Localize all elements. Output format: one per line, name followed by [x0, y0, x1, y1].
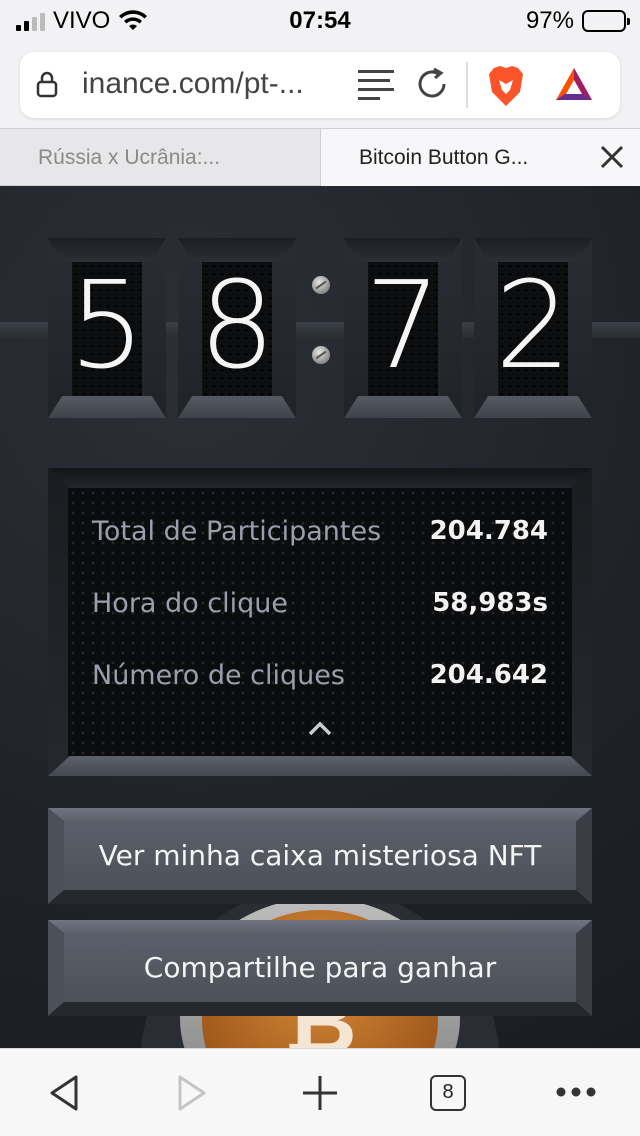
rail-gap: [166, 322, 178, 338]
screw-icon: [312, 276, 330, 294]
status-bar: VIVO 07:54 97%: [0, 0, 640, 42]
stat-label: Total de Participantes: [92, 516, 382, 547]
counter-digit-value: 2: [494, 257, 572, 396]
counter-digit: 7: [344, 238, 462, 418]
stat-label: Hora do clique: [92, 588, 289, 619]
bottom-toolbar: 8: [0, 1048, 640, 1136]
tabs-icon[interactable]: 8: [430, 1075, 466, 1111]
battery-percent: 97%: [525, 7, 574, 34]
rail-center: [296, 322, 344, 338]
nft-mystery-box-button[interactable]: Ver minha caixa misteriosa NFT: [48, 808, 592, 904]
battery-icon: [582, 10, 630, 32]
plus-icon[interactable]: [300, 1073, 340, 1113]
button-label: Compartilhe para ganhar: [143, 951, 497, 984]
share-to-earn-button[interactable]: Compartilhe para ganhar: [48, 920, 592, 1016]
stat-click-time: Hora do clique 58,983s: [92, 588, 548, 619]
screw-icon: [312, 346, 330, 364]
counter-digit-value: 8: [198, 257, 276, 396]
more-icon[interactable]: [556, 1087, 596, 1097]
rail-left: [0, 322, 48, 338]
address-bar[interactable]: inance.com/pt-...: [20, 52, 620, 118]
stat-value: 204.642: [429, 660, 548, 690]
brave-lion-icon[interactable]: [486, 64, 526, 108]
toolbar-divider: [466, 62, 468, 108]
stat-value: 204.784: [429, 516, 548, 546]
stat-value: 58,983s: [432, 588, 548, 618]
tab-label: Bitcoin Button G...: [359, 145, 529, 169]
tab-label: Rússia x Ucrânia:...: [38, 145, 221, 169]
counter-digit-value: 7: [364, 257, 442, 396]
web-page: 5 8 7 2 Total de Participantes 204.784 H…: [0, 186, 640, 1048]
tab-bitcoin-button[interactable]: Bitcoin Button G...: [320, 129, 640, 186]
tab-russia-ukraine[interactable]: Rússia x Ucrânia:...: [0, 129, 320, 186]
tab-strip: Rússia x Ucrânia:... Bitcoin Button G...: [0, 128, 640, 186]
battery-group: 97%: [525, 7, 630, 35]
stat-click-count: Número de cliques 204.642: [92, 660, 548, 691]
bat-triangle-icon[interactable]: [554, 66, 594, 102]
rail-right: [592, 322, 640, 338]
url-text[interactable]: inance.com/pt-...: [82, 67, 304, 101]
stats-panel: Total de Participantes 204.784 Hora do c…: [48, 468, 592, 776]
close-icon[interactable]: [598, 143, 626, 171]
rail-gap: [462, 322, 474, 338]
reader-icon[interactable]: [358, 68, 396, 100]
counter-digit-value: 5: [68, 257, 146, 396]
stat-label: Número de cliques: [92, 660, 345, 691]
counter-digit: 5: [48, 238, 166, 418]
lock-icon: [36, 71, 58, 98]
chevron-up-icon[interactable]: [306, 720, 334, 738]
reload-icon[interactable]: [414, 66, 450, 102]
back-icon[interactable]: [46, 1073, 82, 1113]
button-label: Ver minha caixa misteriosa NFT: [98, 839, 542, 872]
forward-icon[interactable]: [174, 1073, 210, 1113]
counter-digit: 2: [474, 238, 592, 418]
stat-total-participants: Total de Participantes 204.784: [92, 516, 548, 547]
counter-digit: 8: [178, 238, 296, 418]
